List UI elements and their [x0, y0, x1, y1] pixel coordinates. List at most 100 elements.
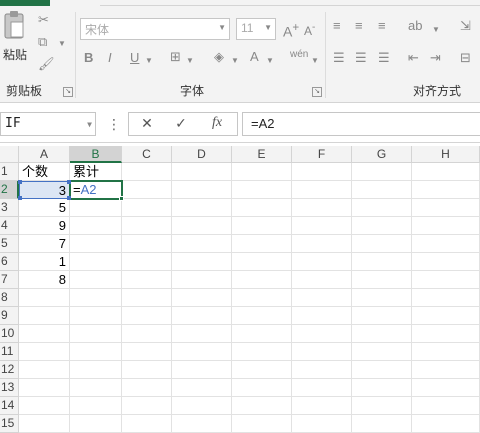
- cell-d6[interactable]: [172, 253, 232, 271]
- more-icon[interactable]: ⋮: [107, 116, 121, 133]
- row-header-12[interactable]: 12: [0, 361, 19, 379]
- bold-icon[interactable]: B: [84, 50, 93, 66]
- cell-c13[interactable]: [122, 379, 172, 397]
- column-header-h[interactable]: H: [412, 146, 480, 163]
- paste-icon[interactable]: [3, 10, 25, 44]
- cell-f12[interactable]: [292, 361, 352, 379]
- cell-g3[interactable]: [352, 199, 412, 217]
- row-header-6[interactable]: 6: [0, 253, 19, 271]
- cancel-icon[interactable]: ✕: [137, 115, 157, 133]
- cell-g12[interactable]: [352, 361, 412, 379]
- cell-h13[interactable]: [412, 379, 480, 397]
- cell-g11[interactable]: [352, 343, 412, 361]
- column-header-c[interactable]: C: [122, 146, 172, 163]
- cell-e4[interactable]: [232, 217, 292, 235]
- cell-g7[interactable]: [352, 271, 412, 289]
- cell-h4[interactable]: [412, 217, 480, 235]
- cell-b13[interactable]: [70, 379, 122, 397]
- align-right-icon[interactable]: ☰: [378, 50, 390, 66]
- row-header-10[interactable]: 10: [0, 325, 19, 343]
- cut-icon[interactable]: ✂: [38, 12, 49, 28]
- cell-h11[interactable]: [412, 343, 480, 361]
- cell-e5[interactable]: [232, 235, 292, 253]
- cell-d11[interactable]: [172, 343, 232, 361]
- cell-d3[interactable]: [172, 199, 232, 217]
- align-middle-icon[interactable]: ≡: [355, 18, 363, 34]
- cell-f11[interactable]: [292, 343, 352, 361]
- format-painter-icon[interactable]: 🖌: [38, 56, 55, 72]
- cell-g15[interactable]: [352, 415, 412, 433]
- cell-g13[interactable]: [352, 379, 412, 397]
- cell-g6[interactable]: [352, 253, 412, 271]
- fill-color-icon[interactable]: ◈: [214, 49, 224, 65]
- border-icon[interactable]: ⊞: [170, 49, 181, 65]
- cell-d7[interactable]: [172, 271, 232, 289]
- cell-c2[interactable]: [122, 181, 172, 199]
- cell-f4[interactable]: [292, 217, 352, 235]
- cell-d10[interactable]: [172, 325, 232, 343]
- cell-a1[interactable]: 个数: [19, 163, 70, 181]
- cell-a7[interactable]: 8: [19, 271, 70, 289]
- decrease-font-icon[interactable]: A-: [304, 20, 315, 39]
- increase-font-icon[interactable]: A+: [283, 20, 299, 40]
- cell-f7[interactable]: [292, 271, 352, 289]
- column-header-a[interactable]: A: [19, 146, 70, 163]
- cell-a5[interactable]: 7: [19, 235, 70, 253]
- cell-h15[interactable]: [412, 415, 480, 433]
- cell-a11[interactable]: [19, 343, 70, 361]
- cell-e8[interactable]: [232, 289, 292, 307]
- cell-b1[interactable]: 累计: [70, 163, 122, 181]
- row-header-7[interactable]: 7: [0, 271, 19, 289]
- cell-d9[interactable]: [172, 307, 232, 325]
- cell-b2[interactable]: =A2: [70, 181, 122, 199]
- cell-d14[interactable]: [172, 397, 232, 415]
- cell-a2[interactable]: 3: [19, 181, 70, 199]
- align-left-icon[interactable]: ☰: [333, 50, 345, 66]
- cell-d13[interactable]: [172, 379, 232, 397]
- cell-g2[interactable]: [352, 181, 412, 199]
- font-color-icon[interactable]: A: [250, 49, 259, 65]
- cell-c8[interactable]: [122, 289, 172, 307]
- copy-icon[interactable]: ⧉: [38, 34, 47, 50]
- cell-e2[interactable]: [232, 181, 292, 199]
- cell-e10[interactable]: [232, 325, 292, 343]
- enter-icon[interactable]: ✓: [171, 115, 191, 133]
- cell-d1[interactable]: [172, 163, 232, 181]
- row-header-8[interactable]: 8: [0, 289, 19, 307]
- cell-b15[interactable]: [70, 415, 122, 433]
- row-header-5[interactable]: 5: [0, 235, 19, 253]
- cell-h6[interactable]: [412, 253, 480, 271]
- cell-a15[interactable]: [19, 415, 70, 433]
- cell-c12[interactable]: [122, 361, 172, 379]
- cell-d2[interactable]: [172, 181, 232, 199]
- cell-f2[interactable]: [292, 181, 352, 199]
- align-center-icon[interactable]: ☰: [355, 50, 367, 66]
- cell-e13[interactable]: [232, 379, 292, 397]
- cell-e9[interactable]: [232, 307, 292, 325]
- select-all-corner[interactable]: [0, 146, 19, 163]
- formula-input[interactable]: =A2: [242, 112, 480, 136]
- clipboard-launcher-icon[interactable]: ↘: [63, 87, 73, 97]
- cell-g4[interactable]: [352, 217, 412, 235]
- cell-g10[interactable]: [352, 325, 412, 343]
- cell-f6[interactable]: [292, 253, 352, 271]
- cell-b10[interactable]: [70, 325, 122, 343]
- cell-c4[interactable]: [122, 217, 172, 235]
- cell-b6[interactable]: [70, 253, 122, 271]
- cell-g5[interactable]: [352, 235, 412, 253]
- column-header-f[interactable]: F: [292, 146, 352, 163]
- font-size-select[interactable]: 11 ▼: [236, 18, 276, 40]
- cell-e6[interactable]: [232, 253, 292, 271]
- cell-d8[interactable]: [172, 289, 232, 307]
- cell-e3[interactable]: [232, 199, 292, 217]
- cell-b5[interactable]: [70, 235, 122, 253]
- font-color-dropdown-icon[interactable]: ▼: [266, 53, 274, 69]
- cell-c14[interactable]: [122, 397, 172, 415]
- cell-d12[interactable]: [172, 361, 232, 379]
- cell-a14[interactable]: [19, 397, 70, 415]
- name-box[interactable]: IF ▼: [0, 112, 96, 136]
- cell-b3[interactable]: [70, 199, 122, 217]
- cell-e11[interactable]: [232, 343, 292, 361]
- cell-h3[interactable]: [412, 199, 480, 217]
- align-top-icon[interactable]: ≡: [333, 18, 341, 34]
